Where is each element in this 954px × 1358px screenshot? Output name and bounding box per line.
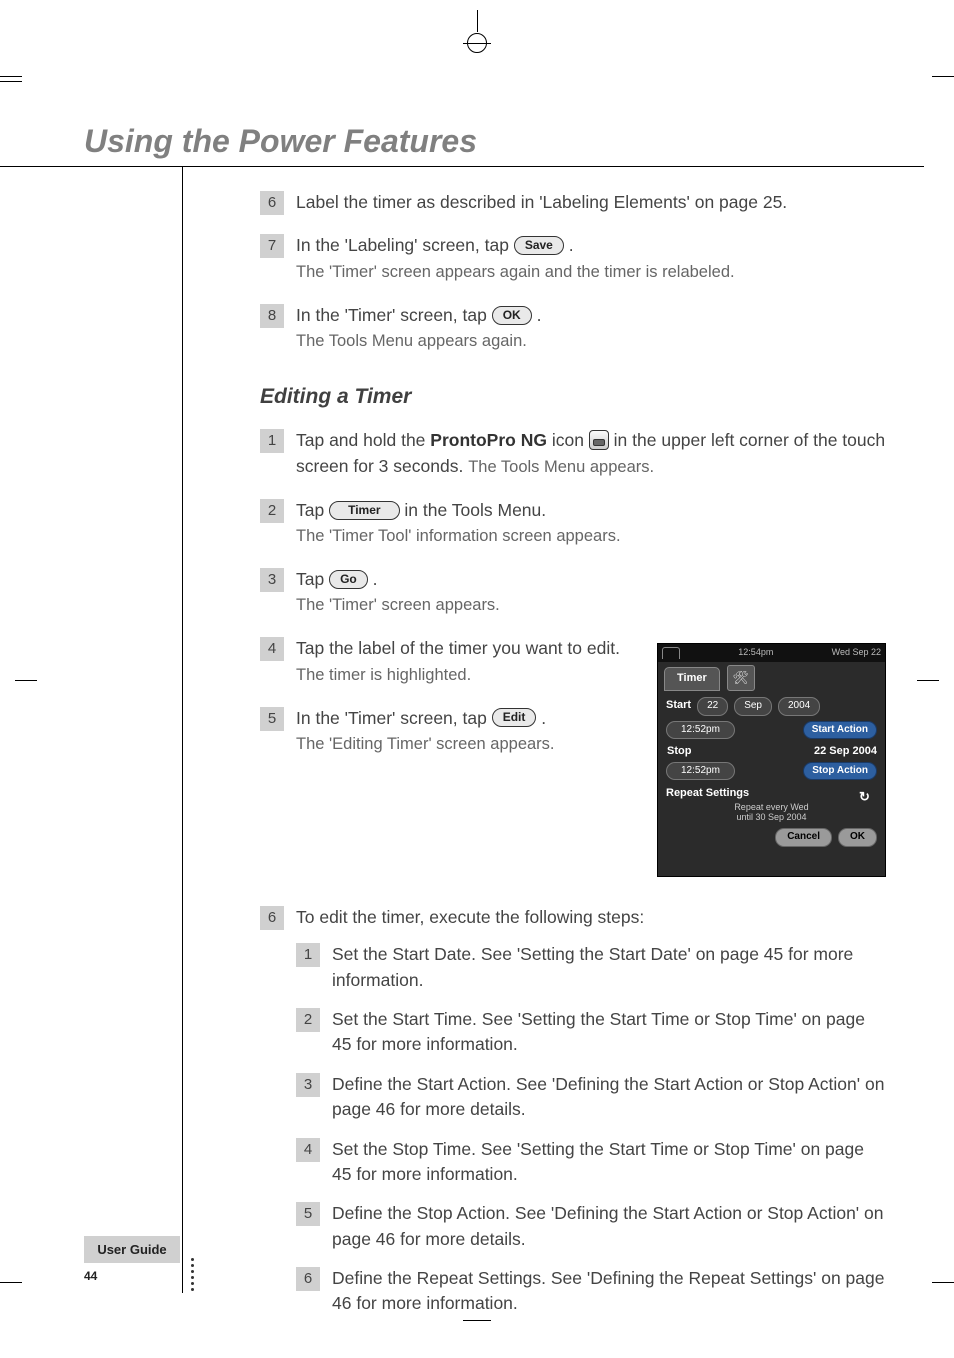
device-start-year: 2004 — [778, 697, 820, 716]
editing-step-3: 3 Tap Go . The 'Timer' screen appears. — [260, 567, 886, 618]
ok-button-icon: OK — [492, 306, 532, 325]
step-number: 1 — [260, 429, 284, 453]
crop-mark-right-mid — [917, 680, 939, 681]
device-repeat-label: Repeat Settings — [666, 786, 749, 802]
substep-5: 5 Define the Stop Action. See 'Defining … — [296, 1201, 886, 1252]
decorative-dots — [191, 1258, 194, 1291]
step-subtext: The Tools Menu appears again. — [296, 332, 527, 350]
editing-step-6: 6 To edit the timer, execute the followi… — [260, 905, 886, 1317]
crop-mark-left-mid — [15, 680, 37, 681]
edit-button-icon: Edit — [492, 708, 537, 727]
substep-2: 2 Set the Start Time. See 'Setting the S… — [296, 1007, 886, 1058]
step-text: . — [537, 305, 542, 325]
step-number: 5 — [260, 707, 284, 731]
device-start-action-button: Start Action — [803, 721, 877, 740]
substep-4: 4 Set the Stop Time. See 'Setting the St… — [296, 1137, 886, 1188]
page-footer: User Guide 44 — [84, 1236, 180, 1283]
step-text: Tap the label of the timer you want to e… — [296, 638, 620, 658]
step-text: In the 'Labeling' screen, tap — [296, 235, 514, 255]
step-text: Tap and hold the — [296, 430, 430, 450]
editing-step-5: 5 In the 'Timer' screen, tap Edit . The … — [260, 706, 620, 757]
editing-step-2: 2 Tap Timer in the Tools Menu. The 'Time… — [260, 498, 886, 549]
substep-number: 5 — [296, 1202, 320, 1226]
device-stop-date: 22 Sep 2004 — [814, 744, 877, 760]
substep-number: 6 — [296, 1267, 320, 1291]
substep-3: 3 Define the Start Action. See 'Defining… — [296, 1072, 886, 1123]
substep-text: Set the Stop Time. See 'Setting the Star… — [332, 1139, 864, 1184]
device-repeat-text2: until 30 Sep 2004 — [736, 812, 806, 822]
step-subtext: The 'Timer Tool' information screen appe… — [296, 527, 621, 545]
section-subtitle: Editing a Timer — [260, 382, 886, 412]
step-text: . — [541, 708, 546, 728]
editing-step-1: 1 Tap and hold the ProntoPro NG icon in … — [260, 428, 886, 479]
title-rule — [0, 166, 924, 167]
substep-number: 2 — [296, 1008, 320, 1032]
device-repeat-icon: ↻ — [859, 788, 877, 801]
device-ok-button: OK — [838, 828, 877, 847]
step-text: Label the timer as described in 'Labelin… — [296, 192, 787, 212]
step-text: In the 'Timer' screen, tap — [296, 708, 492, 728]
substep-text: Define the Stop Action. See 'Defining th… — [332, 1203, 883, 1248]
intro-step-8: 8 In the 'Timer' screen, tap OK . The To… — [260, 303, 886, 354]
device-timer-tab: Timer — [664, 667, 720, 691]
substep-text: Set the Start Time. See 'Setting the Sta… — [332, 1009, 865, 1054]
step-text: icon — [552, 430, 589, 450]
substep-number: 4 — [296, 1138, 320, 1162]
step-text: . — [373, 569, 378, 589]
step-text: Tap — [296, 569, 329, 589]
step-text: Tap — [296, 500, 329, 520]
step-text: in the Tools Menu. — [404, 500, 546, 520]
step-number: 6 — [260, 906, 284, 930]
save-button-icon: Save — [514, 236, 564, 255]
substep-number: 1 — [296, 943, 320, 967]
step-text: In the 'Timer' screen, tap — [296, 305, 492, 325]
step-number: 3 — [260, 568, 284, 592]
device-date: Wed Sep 22 — [832, 646, 881, 659]
pronto-icon — [589, 430, 609, 450]
substep-text: Define the Start Action. See 'Defining t… — [332, 1074, 884, 1119]
device-battery-icon — [662, 647, 680, 659]
step-number: 2 — [260, 499, 284, 523]
step-subtext: The 'Editing Timer' screen appears. — [296, 735, 555, 753]
step-number: 7 — [260, 234, 284, 258]
step-number: 4 — [260, 637, 284, 661]
vertical-rule — [182, 167, 183, 1293]
go-button-icon: Go — [329, 570, 368, 589]
step-subtext: The 'Timer' screen appears. — [296, 596, 500, 614]
device-time: 12:54pm — [738, 646, 773, 659]
timer-button-icon: Timer — [329, 501, 399, 520]
intro-step-6: 6 Label the timer as described in 'Label… — [260, 190, 886, 215]
device-tool-icon: 🛠 — [727, 665, 755, 691]
device-start-time: 12:52pm — [666, 721, 735, 740]
substep-text: Set the Start Date. See 'Setting the Sta… — [332, 944, 853, 989]
step-number: 8 — [260, 304, 284, 328]
device-stop-time: 12:52pm — [666, 762, 735, 781]
pronto-name: ProntoPro NG — [430, 430, 547, 450]
substep-6: 6 Define the Repeat Settings. See 'Defin… — [296, 1266, 886, 1317]
step-text: To edit the timer, execute the following… — [296, 907, 644, 927]
step-subtext: The Tools Menu appears. — [468, 458, 654, 476]
step-number: 6 — [260, 191, 284, 215]
substep-number: 3 — [296, 1073, 320, 1097]
step-subtext: The 'Timer' screen appears again and the… — [296, 263, 735, 281]
device-repeat-text1: Repeat every Wed — [734, 802, 808, 812]
device-stop-action-button: Stop Action — [803, 762, 877, 781]
device-stop-label: Stop — [667, 744, 691, 760]
page-title: Using the Power Features — [84, 123, 477, 160]
device-start-month: Sep — [734, 697, 772, 716]
user-guide-label: User Guide — [84, 1236, 180, 1263]
device-start-label: Start — [666, 698, 691, 714]
device-cancel-button: Cancel — [775, 828, 832, 847]
intro-step-7: 7 In the 'Labeling' screen, tap Save . T… — [260, 233, 886, 284]
substep-text: Define the Repeat Settings. See 'Definin… — [332, 1268, 884, 1313]
substep-1: 1 Set the Start Date. See 'Setting the S… — [296, 942, 886, 993]
step-text: . — [569, 235, 574, 255]
page-number: 44 — [84, 1269, 180, 1283]
device-screenshot: 12:54pm Wed Sep 22 Timer 🛠 Start 22 Sep … — [657, 643, 886, 877]
device-start-day: 22 — [697, 697, 728, 716]
step-subtext: The timer is highlighted. — [296, 666, 471, 684]
